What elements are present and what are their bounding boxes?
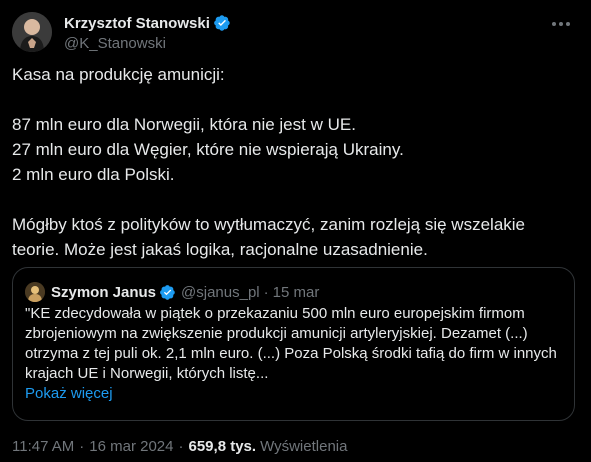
- more-options-icon[interactable]: [549, 14, 573, 34]
- views-count[interactable]: 659,8 tys.: [189, 438, 257, 455]
- tweet-metadata: 11:47 AM · 16 mar 2024 · 659,8 tys. Wyśw…: [12, 436, 347, 456]
- tweet-paragraph: Mógłby ktoś z polityków to wytłumaczyć, …: [12, 215, 526, 259]
- tweet-paragraph: 2 mln euro dla Polski.: [12, 165, 175, 184]
- author-display-name[interactable]: Krzysztof Stanowski: [64, 15, 210, 32]
- quoted-author-handle[interactable]: @sjanus_pl: [181, 284, 260, 301]
- show-more-link[interactable]: Pokaż więcej: [25, 384, 565, 404]
- quoted-tweet-header: Szymon Janus @sjanus_pl · 15 mar: [25, 281, 319, 303]
- tweet-paragraph: Kasa na produkcję amunicji:: [12, 65, 225, 84]
- tweet-paragraph: 27 mln euro dla Węgier, które nie wspier…: [12, 140, 404, 159]
- quoted-tweet-text: "KE zdecydowała w piątek o przekazaniu 5…: [25, 304, 565, 404]
- tweet-date[interactable]: 16 mar 2024: [89, 438, 173, 455]
- author-handle[interactable]: @K_Stanowski: [64, 34, 231, 54]
- verified-badge-icon: [214, 15, 230, 31]
- quoted-tweet-body: "KE zdecydowała w piątek o przekazaniu 5…: [25, 305, 557, 382]
- separator-dot: ·: [79, 437, 85, 455]
- tweet-header: Krzysztof Stanowski @K_Stanowski: [12, 12, 579, 56]
- verified-badge-icon: [160, 284, 175, 300]
- quoted-author-avatar[interactable]: [25, 282, 45, 302]
- tweet-paragraph: 87 mln euro dla Norwegii, która nie jest…: [12, 115, 356, 134]
- author-names: Krzysztof Stanowski @K_Stanowski: [64, 13, 231, 54]
- separator-dot: ·: [178, 437, 184, 455]
- quoted-tweet-date[interactable]: 15 mar: [273, 284, 320, 301]
- tweet-text: Kasa na produkcję amunicji: 87 mln euro …: [12, 62, 572, 262]
- quoted-tweet[interactable]: Szymon Janus @sjanus_pl · 15 mar "KE zde…: [12, 267, 575, 421]
- tweet-time[interactable]: 11:47 AM: [12, 438, 74, 455]
- separator-dot: ·: [263, 283, 269, 301]
- author-avatar[interactable]: [12, 12, 52, 52]
- quoted-author-display-name[interactable]: Szymon Janus: [51, 284, 156, 301]
- views-label: Wyświetlenia: [260, 437, 348, 455]
